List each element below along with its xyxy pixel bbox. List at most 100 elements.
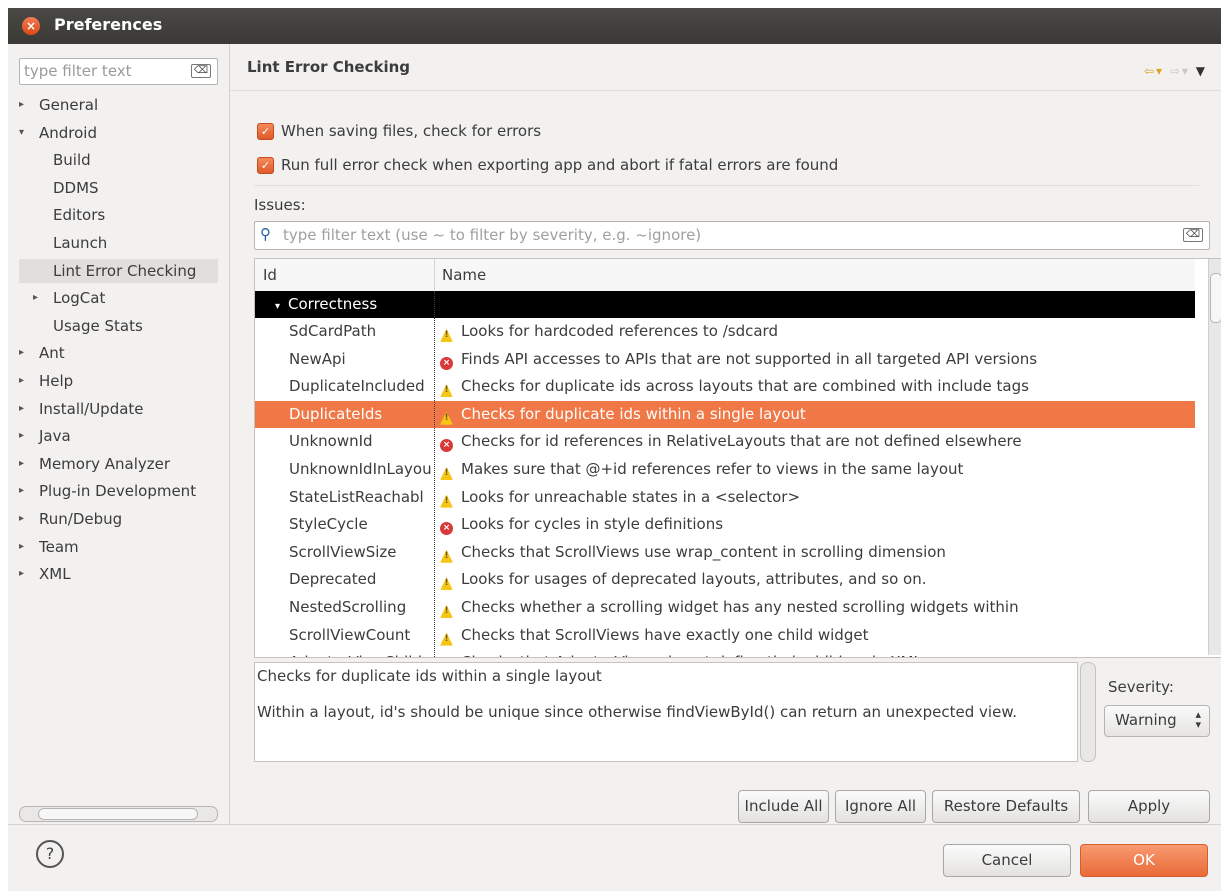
ok-button[interactable]: OK [1080, 844, 1208, 877]
table-vertical-scrollbar[interactable] [1208, 259, 1221, 655]
scrollbar-thumb[interactable] [1210, 273, 1221, 323]
help-icon[interactable]: ? [36, 840, 64, 868]
view-menu-icon[interactable]: ▼ [1196, 64, 1207, 78]
cancel-button[interactable]: Cancel [943, 844, 1071, 877]
window-title: Preferences [54, 15, 163, 34]
sidebar-filter-input[interactable]: type filter text ⌫ [19, 58, 218, 85]
table-row[interactable]: UnknownIdInLayou! Makes sure that @+id re… [255, 456, 1195, 483]
include-all-button[interactable]: Include All [738, 790, 829, 823]
column-header-name[interactable]: Name [442, 266, 486, 284]
collapsed-arrow-icon[interactable]: ▸ [19, 507, 24, 531]
category-row[interactable]: ▾ Correctness [255, 291, 1195, 318]
sidebar-item-build[interactable]: Build [19, 148, 218, 172]
issue-name-cell: ! Checks that ScrollViews have exactly on… [440, 622, 868, 649]
sidebar-item-logcat[interactable]: ▸ LogCat [19, 286, 218, 310]
issue-name: Checks for duplicate ids across layouts … [461, 377, 1029, 396]
sidebar-item-android[interactable]: ▾ Android [19, 121, 225, 145]
sidebar-item-launch[interactable]: Launch [19, 231, 218, 255]
table-row[interactable]: StyleCycle × Looks for cycles in style def… [255, 511, 1195, 538]
table-row[interactable]: Deprecated! Looks for usages of deprecate… [255, 566, 1195, 593]
collapsed-arrow-icon[interactable]: ▸ [19, 479, 24, 503]
sidebar-item-ddms[interactable]: DDMS [19, 176, 218, 200]
issue-name-cell: ! Looks for unreachable states in a <sele… [440, 484, 800, 511]
collapsed-arrow-icon[interactable]: ▸ [19, 397, 24, 421]
sidebar-item-xml[interactable]: ▸ XML [19, 562, 225, 586]
category-name: Correctness [288, 295, 378, 313]
collapsed-arrow-icon[interactable]: ▸ [19, 341, 24, 365]
sidebar-item-usage-stats[interactable]: Usage Stats [19, 314, 218, 338]
sidebar-item-ant[interactable]: ▸ Ant [19, 341, 225, 365]
restore-defaults-button[interactable]: Restore Defaults [932, 790, 1080, 823]
sidebar-item-help[interactable]: ▸ Help [19, 369, 225, 393]
sidebar-item-label: Ant [39, 344, 65, 363]
sidebar-horizontal-scrollbar[interactable] [19, 806, 218, 822]
checkbox-checked-icon[interactable]: ✓ [257, 157, 274, 174]
issues-search-input[interactable]: ⚲ type filter text (use ~ to filter by s… [254, 221, 1210, 250]
table-row[interactable]: NestedScrolling! Checks whether a scrolli… [255, 594, 1195, 621]
issue-id: DuplicateIncluded [289, 377, 425, 396]
issue-name: Checks for id references in RelativeLayo… [461, 432, 1022, 451]
table-row[interactable]: DuplicateIds! Checks for duplicate ids wi… [255, 400, 1195, 428]
back-arrow-icon[interactable]: ⇦▾ [1144, 64, 1164, 78]
collapsed-arrow-icon[interactable]: ▸ [19, 93, 24, 117]
table-row[interactable]: ScrollViewCount ! Checks that ScrollViews … [255, 622, 1195, 649]
table-row[interactable]: AdapterViewChild !Checks that AdapterView… [255, 649, 1195, 657]
sidebar-item-editors[interactable]: Editors [19, 203, 218, 227]
collapsed-arrow-icon[interactable]: ▸ [19, 562, 24, 586]
issue-name-cell: ! Checks whether a scrolling widget has a… [440, 594, 1019, 621]
issue-id: ScrollViewCount [289, 625, 411, 644]
table-row[interactable]: StateListReachabl! Looks for unreachable … [255, 484, 1195, 511]
table-row[interactable]: ScrollViewSize! Checks that ScrollViews u… [255, 539, 1195, 566]
issue-name-cell: ! Checks for duplicate ids across layouts… [440, 373, 1029, 400]
warning-icon: ! [440, 632, 453, 646]
sidebar-item-java[interactable]: ▸ Java [19, 424, 225, 448]
expanded-arrow-icon[interactable]: ▾ [19, 121, 24, 145]
issue-id: NewApi [289, 349, 346, 368]
scrollbar-thumb[interactable] [38, 808, 198, 820]
collapsed-arrow-icon[interactable]: ▸ [19, 424, 24, 448]
clear-filter-icon[interactable]: ⌫ [190, 64, 211, 78]
sidebar-item-label: DDMS [53, 178, 99, 197]
sidebar-item-lint-error-checking[interactable]: Lint Error Checking [19, 258, 218, 283]
table-row[interactable]: DuplicateIncluded ! Checks for duplicate i… [255, 373, 1195, 400]
clear-search-icon[interactable]: ⌫ [1182, 228, 1203, 242]
expand-arrow-icon[interactable]: ▾ [275, 301, 280, 312]
sidebar-item-label: Run/Debug [39, 510, 123, 528]
warning-icon: ! [440, 494, 453, 508]
sidebar-item-plug-in-development[interactable]: ▸ Plug-in Development [19, 479, 225, 503]
sidebar-item-general[interactable]: ▸ General [19, 93, 225, 117]
checkbox-checked-icon[interactable]: ✓ [257, 123, 274, 140]
forward-arrow-icon[interactable]: ⇨▾ [1170, 64, 1190, 78]
table-row[interactable]: UnknownId × Checks for id references in Re… [255, 428, 1195, 455]
column-header-id[interactable]: Id [263, 266, 277, 284]
sidebar-item-team[interactable]: ▸ Team [19, 535, 225, 559]
apply-button[interactable]: Apply [1088, 790, 1210, 823]
sidebar-item-label: Editors [53, 206, 106, 225]
checkbox-label: Run full error check when exporting app … [281, 156, 839, 174]
issue-name: Looks for unreachable states in a <selec… [461, 487, 801, 506]
severity-label: Severity: [1108, 678, 1174, 696]
collapsed-arrow-icon[interactable]: ▸ [33, 286, 38, 310]
ignore-all-button[interactable]: Ignore All [835, 790, 926, 823]
warning-icon: ! [440, 577, 453, 591]
issues-table: Id Name ▾ Correctness SdCardPath! Looks fo… [254, 258, 1221, 658]
sidebar-item-memory-analyzer[interactable]: ▸ Memory Analyzer [19, 452, 225, 476]
sidebar-item-install-update[interactable]: ▸ Install/Update [19, 397, 225, 421]
severity-select[interactable]: Warning ▴ ▾ [1104, 705, 1210, 737]
collapsed-arrow-icon[interactable]: ▸ [19, 452, 24, 476]
issue-name: Looks for cycles in style definitions [461, 515, 724, 534]
sidebar-filter-placeholder: type filter text [24, 62, 132, 80]
severity-value: Warning [1115, 711, 1177, 729]
issue-name-cell: !Checks that AdapterViews do not define … [440, 649, 922, 657]
error-icon: × [440, 356, 453, 370]
sidebar-item-run-debug[interactable]: ▸ Run/Debug [19, 507, 225, 531]
table-row[interactable]: SdCardPath! Looks for hardcoded reference… [255, 318, 1195, 345]
issues-label: Issues: [254, 196, 306, 214]
sidebar-item-label: Help [39, 372, 74, 390]
close-icon[interactable]: × [22, 17, 40, 35]
collapsed-arrow-icon[interactable]: ▸ [19, 369, 24, 393]
column-divider[interactable] [434, 259, 435, 291]
description-scrollbar[interactable] [1080, 662, 1096, 762]
collapsed-arrow-icon[interactable]: ▸ [19, 535, 24, 559]
table-row[interactable]: NewApi × Finds API accesses to APIs that a… [255, 346, 1195, 373]
